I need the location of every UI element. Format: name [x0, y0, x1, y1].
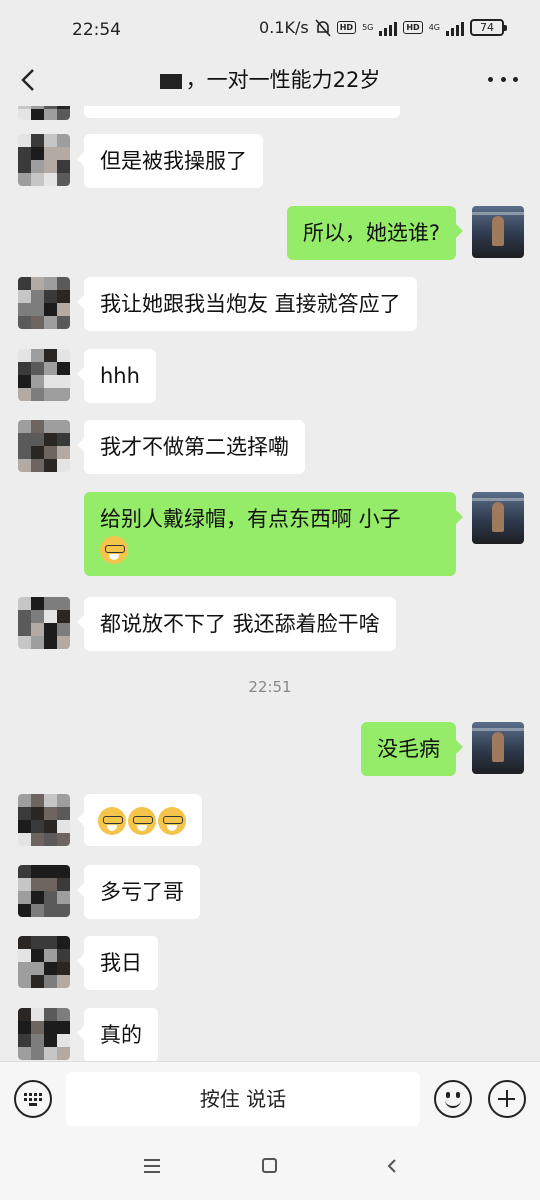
chat-title-text: ，一对一性能力22岁	[185, 68, 381, 92]
contact-avatar[interactable]	[18, 106, 70, 120]
my-avatar[interactable]	[472, 722, 524, 774]
my-avatar[interactable]	[472, 492, 524, 544]
status-bar: 22:54 0.1K/s HD 5G HD 4G 74	[0, 0, 540, 58]
status-icons: 0.1K/s HD 5G HD 4G 74	[259, 18, 507, 37]
message-bubble[interactable]: 我才不做第二选择嘞	[77, 420, 305, 474]
network-speed: 0.1K/s	[259, 18, 309, 37]
message-bubble[interactable]	[77, 794, 202, 846]
contact-avatar[interactable]	[18, 794, 70, 846]
system-navigation-bar	[0, 1137, 540, 1200]
message-bubble[interactable]: 真的	[77, 1008, 158, 1061]
message-bubble[interactable]: hhh	[77, 349, 156, 403]
contact-avatar[interactable]	[18, 1008, 70, 1060]
doge-emoji-icon	[128, 807, 156, 835]
doge-emoji-icon	[158, 807, 186, 835]
hd-badge-2: HD	[403, 21, 423, 34]
message-bubble[interactable]: 给别人戴绿帽，有点东西啊 小子	[84, 492, 463, 576]
contact-avatar[interactable]	[18, 597, 70, 649]
system-back-button[interactable]	[384, 1158, 400, 1174]
chevron-left-icon	[387, 1159, 396, 1173]
message-bubble[interactable]: 我日	[77, 936, 158, 990]
contact-avatar[interactable]	[18, 134, 70, 186]
message-bubble[interactable]: 多亏了哥	[77, 865, 200, 919]
message-bubble[interactable]: 没毛病	[361, 722, 463, 776]
contact-avatar[interactable]	[18, 865, 70, 917]
chat-message-list[interactable]: 但是被我操服了 所以，她选谁? 我让她跟我当炮友 直接就答应了 hhh 我才不做…	[0, 106, 540, 1061]
keyboard-toggle-button[interactable]	[14, 1080, 52, 1118]
dot-icon	[488, 76, 493, 82]
smile-icon	[445, 1099, 461, 1108]
chat-header: ，一对一性能力22岁	[0, 58, 540, 106]
emoji-button[interactable]	[434, 1080, 472, 1118]
net-label-4g: 4G	[428, 23, 440, 32]
signal-icon-2	[446, 20, 464, 36]
status-time: 22:54	[72, 20, 121, 40]
battery-icon: 74	[470, 19, 507, 36]
contact-avatar[interactable]	[18, 420, 70, 472]
chat-title: ，一对一性能力22岁	[0, 64, 540, 94]
net-label-5g: 5G	[362, 23, 374, 32]
dot-icon	[500, 76, 506, 82]
dot-icon	[513, 76, 518, 82]
doge-emoji-icon	[98, 807, 126, 835]
message-bubble[interactable]: 但是被我操服了	[77, 134, 263, 188]
recent-apps-button[interactable]	[144, 1159, 160, 1173]
hold-to-talk-button[interactable]: 按住 说话	[66, 1072, 420, 1126]
keyboard-icon	[24, 1092, 42, 1106]
contact-avatar[interactable]	[18, 349, 70, 401]
message-bubble[interactable]: 都说放不下了 我还舔着脸干啥	[77, 597, 396, 651]
contact-avatar[interactable]	[18, 936, 70, 988]
mute-bell-icon	[315, 18, 331, 37]
doge-emoji-icon	[100, 536, 128, 564]
message-bubble[interactable]: 我让她跟我当炮友 直接就答应了	[77, 277, 417, 331]
redacted-name	[159, 73, 182, 89]
input-bar: 按住 说话	[0, 1061, 540, 1137]
chat-timestamp: 22:51	[248, 678, 292, 696]
message-bubble-partial[interactable]	[84, 106, 400, 118]
message-text: 给别人戴绿帽，有点东西啊 小子	[100, 507, 401, 531]
my-avatar[interactable]	[472, 206, 524, 258]
message-bubble[interactable]: 所以，她选谁?	[286, 206, 464, 260]
home-button[interactable]	[262, 1158, 277, 1173]
signal-icon	[379, 20, 398, 36]
hd-badge: HD	[336, 21, 357, 34]
contact-avatar[interactable]	[18, 277, 70, 329]
more-functions-button[interactable]	[488, 1080, 526, 1118]
more-options-button[interactable]	[488, 64, 518, 94]
